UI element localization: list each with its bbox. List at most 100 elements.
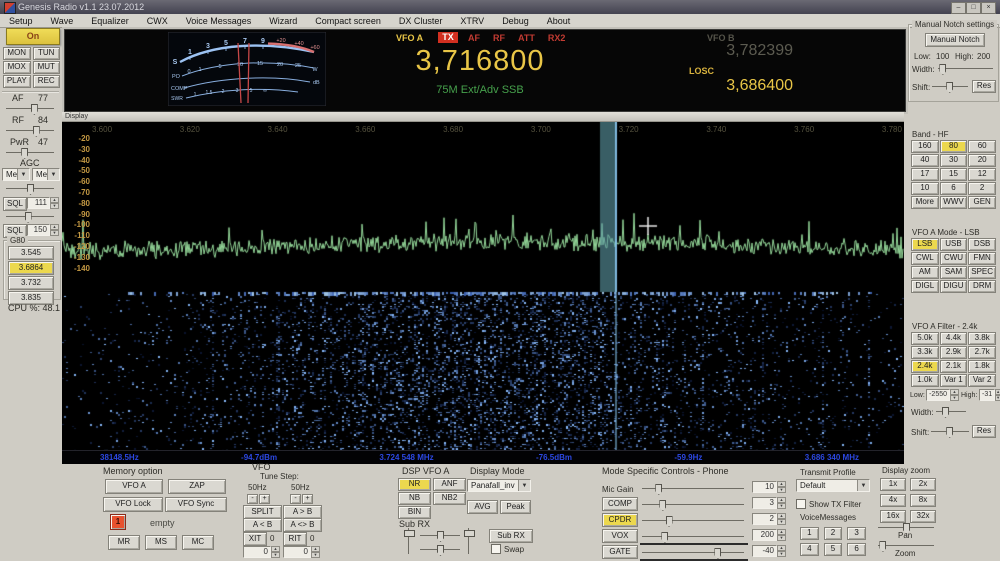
band-button[interactable]: 15 bbox=[940, 168, 968, 181]
rx-control-button[interactable]: MON bbox=[3, 47, 31, 60]
comp-spinner[interactable]: 3 bbox=[752, 497, 786, 509]
vfoa-flag[interactable]: ATT bbox=[518, 33, 535, 43]
filter-shift-slider[interactable] bbox=[931, 427, 969, 436]
voice-message-button[interactable]: 6 bbox=[847, 543, 866, 556]
vfo-sync-button[interactable]: VFO Sync bbox=[165, 497, 227, 512]
menu-item[interactable]: CWX bbox=[138, 16, 177, 26]
power-on-button[interactable]: On bbox=[6, 28, 60, 45]
dsp-button[interactable]: NB bbox=[398, 492, 431, 505]
memory-recall-button[interactable]: MR bbox=[108, 535, 140, 550]
sql1-spinner[interactable]: 111 bbox=[27, 197, 59, 209]
vox-button[interactable]: VOX bbox=[602, 529, 638, 543]
band-button[interactable]: 2 bbox=[968, 182, 996, 195]
split-button[interactable]: SPLIT bbox=[243, 505, 282, 519]
mic-gain-spinner[interactable]: 10 bbox=[752, 481, 786, 493]
agc-select-rx2[interactable]: Med bbox=[32, 168, 60, 181]
vfoa-flag[interactable]: RX2 bbox=[548, 33, 566, 43]
agc-select-rx1[interactable]: Med bbox=[2, 168, 30, 181]
filter-button[interactable]: 2.1k bbox=[940, 360, 968, 373]
menu-item[interactable]: About bbox=[538, 16, 580, 26]
rit-spinner[interactable]: 0 bbox=[283, 546, 320, 558]
filter-button[interactable]: Var 2 bbox=[968, 374, 996, 387]
swap-checkbox[interactable]: Swap bbox=[491, 544, 524, 554]
a-to-b-button[interactable]: A > B bbox=[283, 505, 322, 519]
vfoa-flag[interactable]: RF bbox=[493, 33, 505, 43]
filter-button[interactable]: 2.7k bbox=[968, 346, 996, 359]
band-button[interactable]: 12 bbox=[968, 168, 996, 181]
filter-button[interactable]: 3.8k bbox=[968, 332, 996, 345]
show-tx-filter-checkbox[interactable]: Show TX Filter bbox=[796, 499, 861, 509]
rx-control-button[interactable]: MUT bbox=[33, 61, 61, 74]
b-to-a-button[interactable]: A < B bbox=[243, 518, 282, 532]
zoom-button[interactable]: 32x bbox=[910, 510, 936, 523]
dsp-button[interactable]: BIN bbox=[398, 506, 431, 519]
filter-width-slider[interactable] bbox=[936, 407, 966, 416]
rx-control-button[interactable]: MOX bbox=[3, 61, 31, 74]
zoom-button[interactable]: 2x bbox=[910, 478, 936, 491]
subrx-pan-slider[interactable] bbox=[420, 531, 460, 540]
manual-notch-button[interactable]: Manual Notch bbox=[925, 33, 985, 47]
memory-frequency-button[interactable]: 3.6864 bbox=[8, 261, 54, 275]
menu-item[interactable]: Setup bbox=[0, 16, 42, 26]
zoom-button[interactable]: 4x bbox=[880, 494, 906, 507]
losc-frequency[interactable]: 3,686400 bbox=[645, 77, 793, 95]
subrx-rf-slider[interactable] bbox=[464, 528, 473, 554]
vfoa-flag[interactable]: AF bbox=[468, 33, 480, 43]
band-button[interactable]: 10 bbox=[911, 182, 939, 195]
pwr-slider[interactable] bbox=[6, 148, 54, 157]
rf-slider[interactable] bbox=[6, 126, 54, 135]
xit-button[interactable]: XIT bbox=[243, 532, 267, 546]
menu-item[interactable]: DX Cluster bbox=[390, 16, 452, 26]
menu-item[interactable]: Equalizer bbox=[82, 16, 138, 26]
notch-reset-button[interactable]: Res bbox=[972, 80, 996, 93]
mode-button[interactable]: USB bbox=[940, 238, 968, 251]
filter-high-spinner[interactable]: -31 bbox=[979, 389, 999, 401]
agc-slider[interactable] bbox=[6, 184, 54, 193]
mic-gain-slider[interactable] bbox=[642, 484, 744, 493]
voice-message-button[interactable]: 4 bbox=[800, 543, 819, 556]
memory-vfoa-button[interactable]: VFO A bbox=[105, 479, 163, 494]
memory-slot-button[interactable]: 1 bbox=[110, 514, 126, 530]
menu-item[interactable]: Compact screen bbox=[306, 16, 390, 26]
band-button[interactable]: GEN bbox=[968, 196, 996, 209]
transmit-profile-select[interactable]: Default bbox=[796, 479, 870, 492]
subrx-button[interactable]: Sub RX bbox=[489, 529, 533, 543]
mode-button[interactable]: DSB bbox=[968, 238, 996, 251]
step-a-minus-button[interactable]: - bbox=[247, 494, 258, 504]
display-mode-select[interactable]: Panafall_inv bbox=[467, 479, 531, 492]
filter-button[interactable]: 5.0k bbox=[911, 332, 939, 345]
rx-control-button[interactable]: REC bbox=[33, 75, 61, 88]
menu-item[interactable]: Wave bbox=[42, 16, 83, 26]
filter-low-spinner[interactable]: -2550 bbox=[926, 389, 959, 401]
dsp-button[interactable]: NB2 bbox=[433, 492, 466, 505]
vfo-lock-button[interactable]: VFO Lock bbox=[103, 497, 163, 512]
mode-button[interactable]: CWL bbox=[911, 252, 939, 265]
band-button[interactable]: 160 bbox=[911, 140, 939, 153]
voice-message-button[interactable]: 2 bbox=[824, 527, 843, 540]
zoom-button[interactable]: 16x bbox=[880, 510, 906, 523]
maximize-button[interactable]: □ bbox=[966, 2, 981, 14]
vfoa-frequency[interactable]: 3,716800 bbox=[355, 45, 605, 78]
memory-store-button[interactable]: MS bbox=[145, 535, 177, 550]
af-slider[interactable] bbox=[6, 104, 54, 113]
menu-item[interactable]: Voice Messages bbox=[177, 16, 261, 26]
vfob-frequency[interactable]: 3,782399 bbox=[645, 42, 793, 60]
vox-spinner[interactable]: 200 bbox=[752, 529, 786, 541]
step-b-minus-button[interactable]: - bbox=[290, 494, 301, 504]
filter-button[interactable]: 2.4k bbox=[911, 360, 939, 373]
rx-control-button[interactable]: TUN bbox=[33, 47, 61, 60]
mode-button[interactable]: DIGU bbox=[940, 280, 968, 293]
menu-item[interactable]: Debug bbox=[493, 16, 538, 26]
memory-zap-button[interactable]: ZAP bbox=[168, 479, 226, 494]
menu-item[interactable]: XTRV bbox=[451, 16, 493, 26]
band-button[interactable]: 20 bbox=[968, 154, 996, 167]
subrx-gain-slider[interactable] bbox=[420, 545, 460, 554]
subrx-af-slider[interactable] bbox=[404, 528, 413, 554]
band-button[interactable]: 60 bbox=[968, 140, 996, 153]
sql1-slider[interactable] bbox=[6, 212, 54, 221]
mode-button[interactable]: AM bbox=[911, 266, 939, 279]
rit-button[interactable]: RIT bbox=[283, 532, 307, 546]
a-swap-b-button[interactable]: A <> B bbox=[283, 518, 322, 532]
spectrum-waterfall-canvas[interactable] bbox=[62, 122, 904, 451]
cpdr-button[interactable]: CPDR bbox=[602, 513, 638, 527]
